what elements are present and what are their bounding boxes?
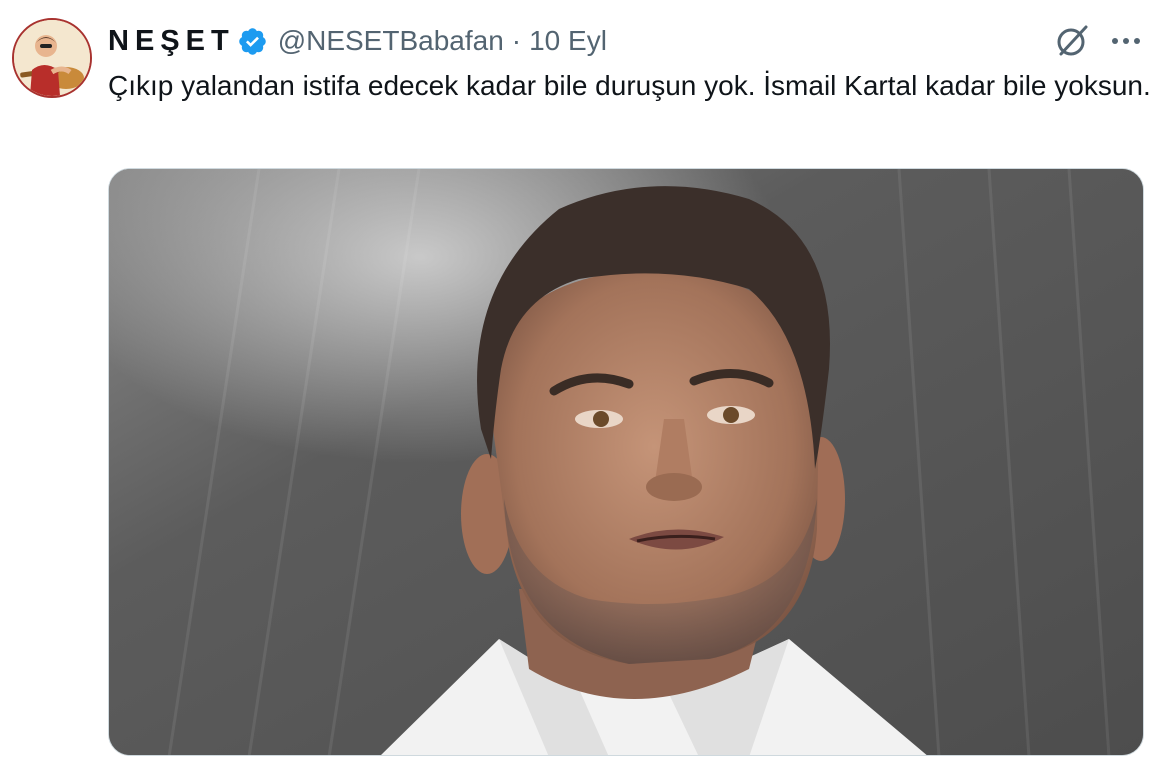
more-options-icon[interactable] — [1108, 26, 1144, 56]
tweet-text: Çıkıp yalandan istifa edecek kadar bile … — [108, 70, 1151, 101]
photo-man-portrait — [109, 169, 1143, 755]
avatar[interactable] — [12, 18, 92, 98]
avatar-illustration — [14, 20, 90, 96]
user-handle[interactable]: @NESETBabafan — [278, 25, 504, 57]
separator-dot: · — [511, 25, 522, 56]
verified-badge-icon — [238, 27, 266, 55]
display-name[interactable]: NEŞET — [108, 25, 235, 58]
tweet-photo[interactable] — [108, 168, 1144, 756]
tweet-date[interactable]: 10 Eyl — [529, 25, 607, 57]
grok-icon[interactable] — [1052, 21, 1092, 61]
tweet-header: NEŞET @NESETBabafan · 10 Eyl — [108, 22, 607, 60]
tweet-card[interactable]: NEŞET @NESETBabafan · 10 Eyl Çıkıp yalan… — [0, 0, 1172, 782]
